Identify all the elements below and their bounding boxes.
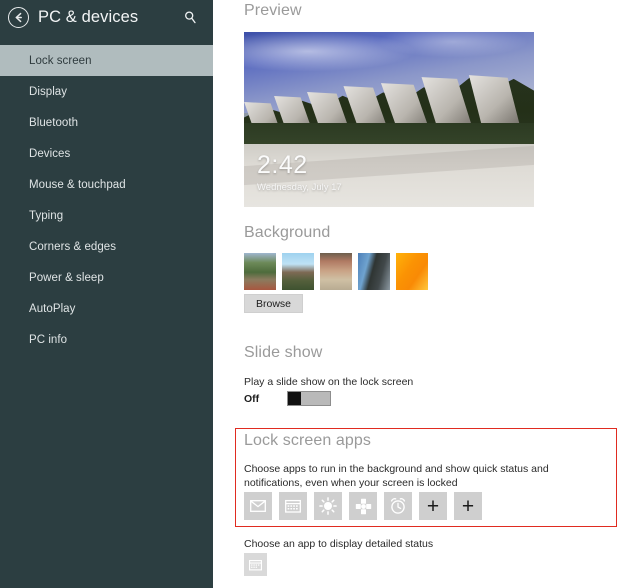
sidebar-item-power-sleep[interactable]: Power & sleep [0,262,213,293]
detailed-status-calendar-icon[interactable] [244,553,267,576]
sidebar: PC & devices Lock screen Display Bluetoo… [0,0,213,588]
sidebar-item-bluetooth[interactable]: Bluetooth [0,107,213,138]
sidebar-item-label: Bluetooth [29,116,79,129]
sidebar-item-label: Power & sleep [29,271,104,284]
slide-show-heading: Slide show [244,344,323,361]
sidebar-item-label: Typing [29,209,64,222]
browse-button[interactable]: Browse [244,294,303,313]
settings-content: Preview 2:42 Wednesday, July 17 Backgrou… [213,0,624,588]
lock-screen-preview-image[interactable]: 2:42 Wednesday, July 17 [244,32,534,207]
thumbnail-blue-sky-mountain[interactable] [282,253,314,290]
sidebar-header: PC & devices [0,0,213,34]
add-app-label: + [426,494,440,518]
weather-icon[interactable] [314,492,342,520]
lock-screen-apps-heading: Lock screen apps [244,432,372,449]
sidebar-item-mouse-touchpad[interactable]: Mouse & touchpad [0,169,213,200]
thumbnail-sea-and-rock[interactable] [358,253,390,290]
slide-show-toggle[interactable] [287,391,331,406]
add-app-icon[interactable]: + [454,492,482,520]
page-title: PC & devices [38,7,139,26]
toggle-knob [288,392,301,405]
preview-heading: Preview [244,2,302,19]
slide-show-description: Play a slide show on the lock screen [244,376,414,388]
preview-clock: 2:42 [257,151,308,179]
thumbnail-green-valley-village[interactable] [244,253,276,290]
background-heading: Background [244,224,331,241]
sidebar-item-label: PC info [29,333,68,346]
lock-screen-app-tiles: + + [244,492,482,520]
sidebar-item-display[interactable]: Display [0,76,213,107]
lock-screen-apps-description: Choose apps to run in the background and… [244,463,549,489]
alarm-clock-icon[interactable] [384,492,412,520]
add-app-icon[interactable]: + [419,492,447,520]
add-app-label: + [461,494,475,518]
sidebar-item-corners-edges[interactable]: Corners & edges [0,231,213,262]
back-arrow-icon[interactable] [8,6,29,28]
calendar-icon[interactable] [279,492,307,520]
search-icon[interactable] [180,7,200,27]
sidebar-item-autoplay[interactable]: AutoPlay [0,293,213,324]
sidebar-nav: Lock screen Display Bluetooth Devices Mo… [0,45,213,355]
thumbnail-warm-street-scene[interactable] [320,253,352,290]
messaging-icon[interactable] [349,492,377,520]
sidebar-item-pc-info[interactable]: PC info [0,324,213,355]
background-thumbnail-list [244,253,428,290]
preview-date: Wednesday, July 17 [257,182,342,193]
sidebar-item-label: Devices [29,147,71,160]
sidebar-item-typing[interactable]: Typing [0,200,213,231]
slide-show-state-label: Off [244,392,260,405]
sidebar-item-label: Lock screen [29,54,92,67]
thumbnail-orange-abstract[interactable] [396,253,428,290]
slide-show-toggle-row: Off [244,391,331,406]
sidebar-item-lock-screen[interactable]: Lock screen [0,45,213,76]
sidebar-item-label: Corners & edges [29,240,117,253]
sidebar-item-devices[interactable]: Devices [0,138,213,169]
pc-settings-window: PC & devices Lock screen Display Bluetoo… [0,0,624,588]
detailed-status-description: Choose an app to display detailed status [244,538,434,550]
sidebar-item-label: AutoPlay [29,302,76,315]
sidebar-item-label: Display [29,85,68,98]
sidebar-item-label: Mouse & touchpad [29,178,126,191]
mail-icon[interactable] [244,492,272,520]
